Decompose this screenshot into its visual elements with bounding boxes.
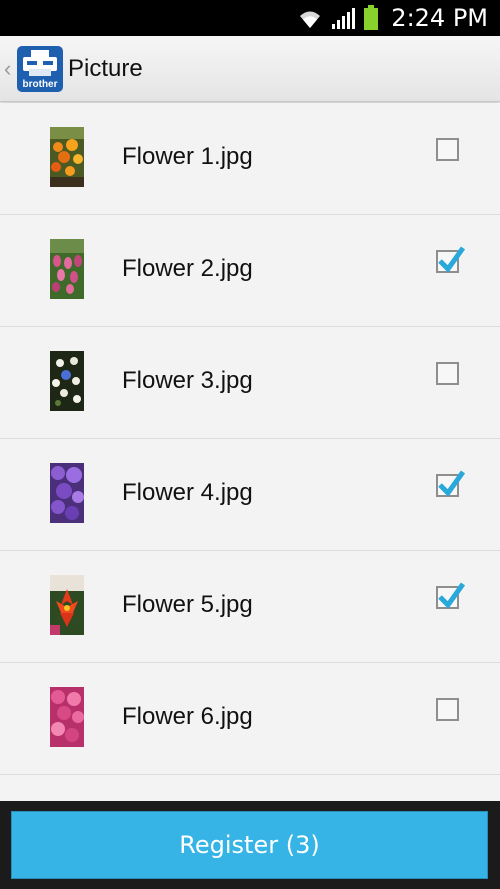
flower-4-thumbnail xyxy=(50,463,84,523)
printer-icon xyxy=(23,50,57,76)
page-title: Picture xyxy=(68,55,143,82)
file-name: Flower 2.jpg xyxy=(122,255,253,282)
status-icons: 2:24 PM xyxy=(297,0,488,36)
brother-app-logo[interactable]: brother xyxy=(17,46,63,92)
bottom-bar: Register (3) xyxy=(0,801,500,889)
register-button[interactable]: Register (3) xyxy=(11,811,488,879)
select-checkbox[interactable] xyxy=(436,362,459,385)
logo-text: brother xyxy=(22,79,58,90)
signal-icon xyxy=(332,8,356,29)
select-checkbox[interactable] xyxy=(436,470,465,497)
flower-6-thumbnail xyxy=(50,687,84,747)
list-item[interactable]: Flower 4.jpg xyxy=(0,439,500,551)
list-item[interactable]: Flower 5.jpg xyxy=(0,551,500,663)
select-checkbox[interactable] xyxy=(436,698,459,721)
list-item[interactable]: Flower 2.jpg xyxy=(0,215,500,327)
checkmark-icon xyxy=(438,246,465,273)
flower-3-thumbnail xyxy=(50,351,84,411)
flower-1-thumbnail xyxy=(50,127,84,187)
chevron-left-icon[interactable]: ‹ xyxy=(4,56,11,82)
list-item[interactable]: Flower 3.jpg xyxy=(0,327,500,439)
file-name: Flower 4.jpg xyxy=(122,479,253,506)
checkmark-icon xyxy=(438,470,465,497)
status-bar: 2:24 PM xyxy=(0,0,500,36)
file-name: Flower 3.jpg xyxy=(122,367,253,394)
select-checkbox[interactable] xyxy=(436,582,465,609)
select-checkbox[interactable] xyxy=(436,138,459,161)
flower-5-thumbnail xyxy=(50,575,84,635)
list-item[interactable]: Flower 1.jpg xyxy=(0,103,500,215)
list-item[interactable]: Flower 6.jpg xyxy=(0,663,500,775)
file-list: Flower 1.jpg Flower 2.jpg Flower 3.jpg F… xyxy=(0,103,500,775)
file-name: Flower 6.jpg xyxy=(122,703,253,730)
file-name: Flower 5.jpg xyxy=(122,591,253,618)
wifi-icon xyxy=(300,11,321,28)
flower-2-thumbnail xyxy=(50,239,84,299)
status-time: 2:24 PM xyxy=(391,4,488,32)
action-bar: ‹ brother Picture xyxy=(0,36,500,102)
select-checkbox[interactable] xyxy=(436,246,465,273)
battery-icon xyxy=(364,5,379,30)
checkmark-icon xyxy=(438,582,465,609)
file-name: Flower 1.jpg xyxy=(122,143,253,170)
